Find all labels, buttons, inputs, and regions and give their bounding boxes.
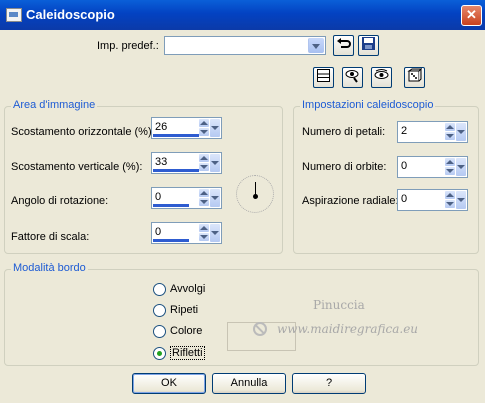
orbits-value: 0: [401, 160, 408, 172]
petals-updown-icon[interactable]: [445, 123, 455, 141]
petals-dropdown-icon[interactable]: [456, 123, 466, 141]
h-offset-updown-icon[interactable]: [199, 119, 209, 137]
h-offset-dropdown-icon[interactable]: [210, 119, 220, 137]
v-offset-spinner[interactable]: 33: [151, 152, 222, 174]
radio-selected-icon[interactable]: [153, 347, 166, 360]
proof-eye-icon[interactable]: [342, 67, 363, 88]
rotation-slider-bar[interactable]: [153, 204, 189, 207]
scale-slider-bar[interactable]: [153, 239, 189, 242]
no-symbol-icon: [253, 322, 267, 336]
radial-label: Aspirazione radiale:: [302, 195, 399, 207]
radial-updown-icon[interactable]: [445, 191, 455, 209]
randomize-dice-icon[interactable]: [404, 67, 425, 88]
scale-updown-icon[interactable]: [199, 224, 209, 242]
ok-button[interactable]: OK: [132, 373, 206, 394]
radio-icon[interactable]: [153, 304, 166, 317]
help-button[interactable]: ?: [292, 373, 366, 394]
kaleidoscope-settings-title: Impostazioni caleidoscopio: [300, 99, 436, 111]
petals-value: 2: [401, 125, 408, 137]
v-offset-slider-bar[interactable]: [153, 169, 199, 172]
radial-dropdown-icon[interactable]: [456, 191, 466, 209]
petals-spinner[interactable]: 2: [397, 121, 468, 143]
edge-mode-title: Modalità bordo: [11, 262, 88, 274]
scale-label: Fattore di scala:: [11, 231, 90, 243]
scale-dropdown-icon[interactable]: [210, 224, 220, 242]
radio-icon[interactable]: [153, 283, 166, 296]
close-button[interactable]: ✕: [461, 5, 482, 26]
orbits-label: Numero di orbite:: [302, 161, 387, 173]
window-title: Caleidoscopio: [26, 7, 115, 22]
orbits-spinner[interactable]: 0: [397, 156, 468, 178]
chevron-down-icon[interactable]: [308, 38, 324, 53]
dial-center: [253, 194, 258, 199]
edge-option-label: Rifletti: [170, 346, 205, 360]
edge-option-label: Ripeti: [170, 304, 199, 316]
rotation-dial[interactable]: [236, 175, 274, 213]
title-bar: Caleidoscopio ✕: [0, 0, 485, 30]
rotation-dropdown-icon[interactable]: [210, 189, 220, 207]
orbits-updown-icon[interactable]: [445, 158, 455, 176]
preview-toggle-icon[interactable]: [313, 67, 334, 88]
rotation-value: 0: [155, 191, 162, 203]
orbits-dropdown-icon[interactable]: [456, 158, 466, 176]
reset-preset-icon[interactable]: [333, 35, 354, 56]
v-offset-dropdown-icon[interactable]: [210, 154, 220, 172]
watermark-author: Pinuccia: [313, 298, 365, 312]
edge-mode-group: Modalità bordo: [4, 262, 479, 366]
v-offset-label: Scostamento verticale (%):: [11, 161, 143, 173]
watermark-url: www.maidiregrafica.eu: [277, 322, 419, 336]
v-offset-updown-icon[interactable]: [199, 154, 209, 172]
auto-proof-eye-icon[interactable]: [371, 67, 392, 88]
rotation-spinner[interactable]: 0: [151, 187, 222, 209]
app-icon: [6, 8, 22, 22]
radial-value: 0: [401, 193, 408, 205]
preset-label: Imp. predef.:: [97, 40, 159, 52]
scale-spinner[interactable]: 0: [151, 222, 222, 244]
edge-option-label: Colore: [170, 325, 203, 337]
cancel-button[interactable]: Annulla: [212, 373, 286, 394]
scale-value: 0: [155, 226, 162, 238]
v-offset-value: 33: [155, 156, 168, 168]
image-area-title: Area d'immagine: [11, 99, 98, 111]
h-offset-value: 26: [155, 121, 168, 133]
rotation-updown-icon[interactable]: [199, 189, 209, 207]
radial-spinner[interactable]: 0: [397, 189, 468, 211]
h-offset-label: Scostamento orizzontale (%):: [11, 126, 155, 138]
petals-label: Numero di petali:: [302, 126, 386, 138]
rotation-label: Angolo di rotazione:: [11, 195, 109, 207]
preset-dropdown[interactable]: [164, 36, 326, 55]
h-offset-slider-bar[interactable]: [153, 134, 199, 137]
radio-icon[interactable]: [153, 325, 166, 338]
edge-option-label: Avvolgi: [170, 283, 206, 295]
h-offset-spinner[interactable]: 26: [151, 117, 222, 139]
save-preset-icon[interactable]: [358, 35, 379, 56]
